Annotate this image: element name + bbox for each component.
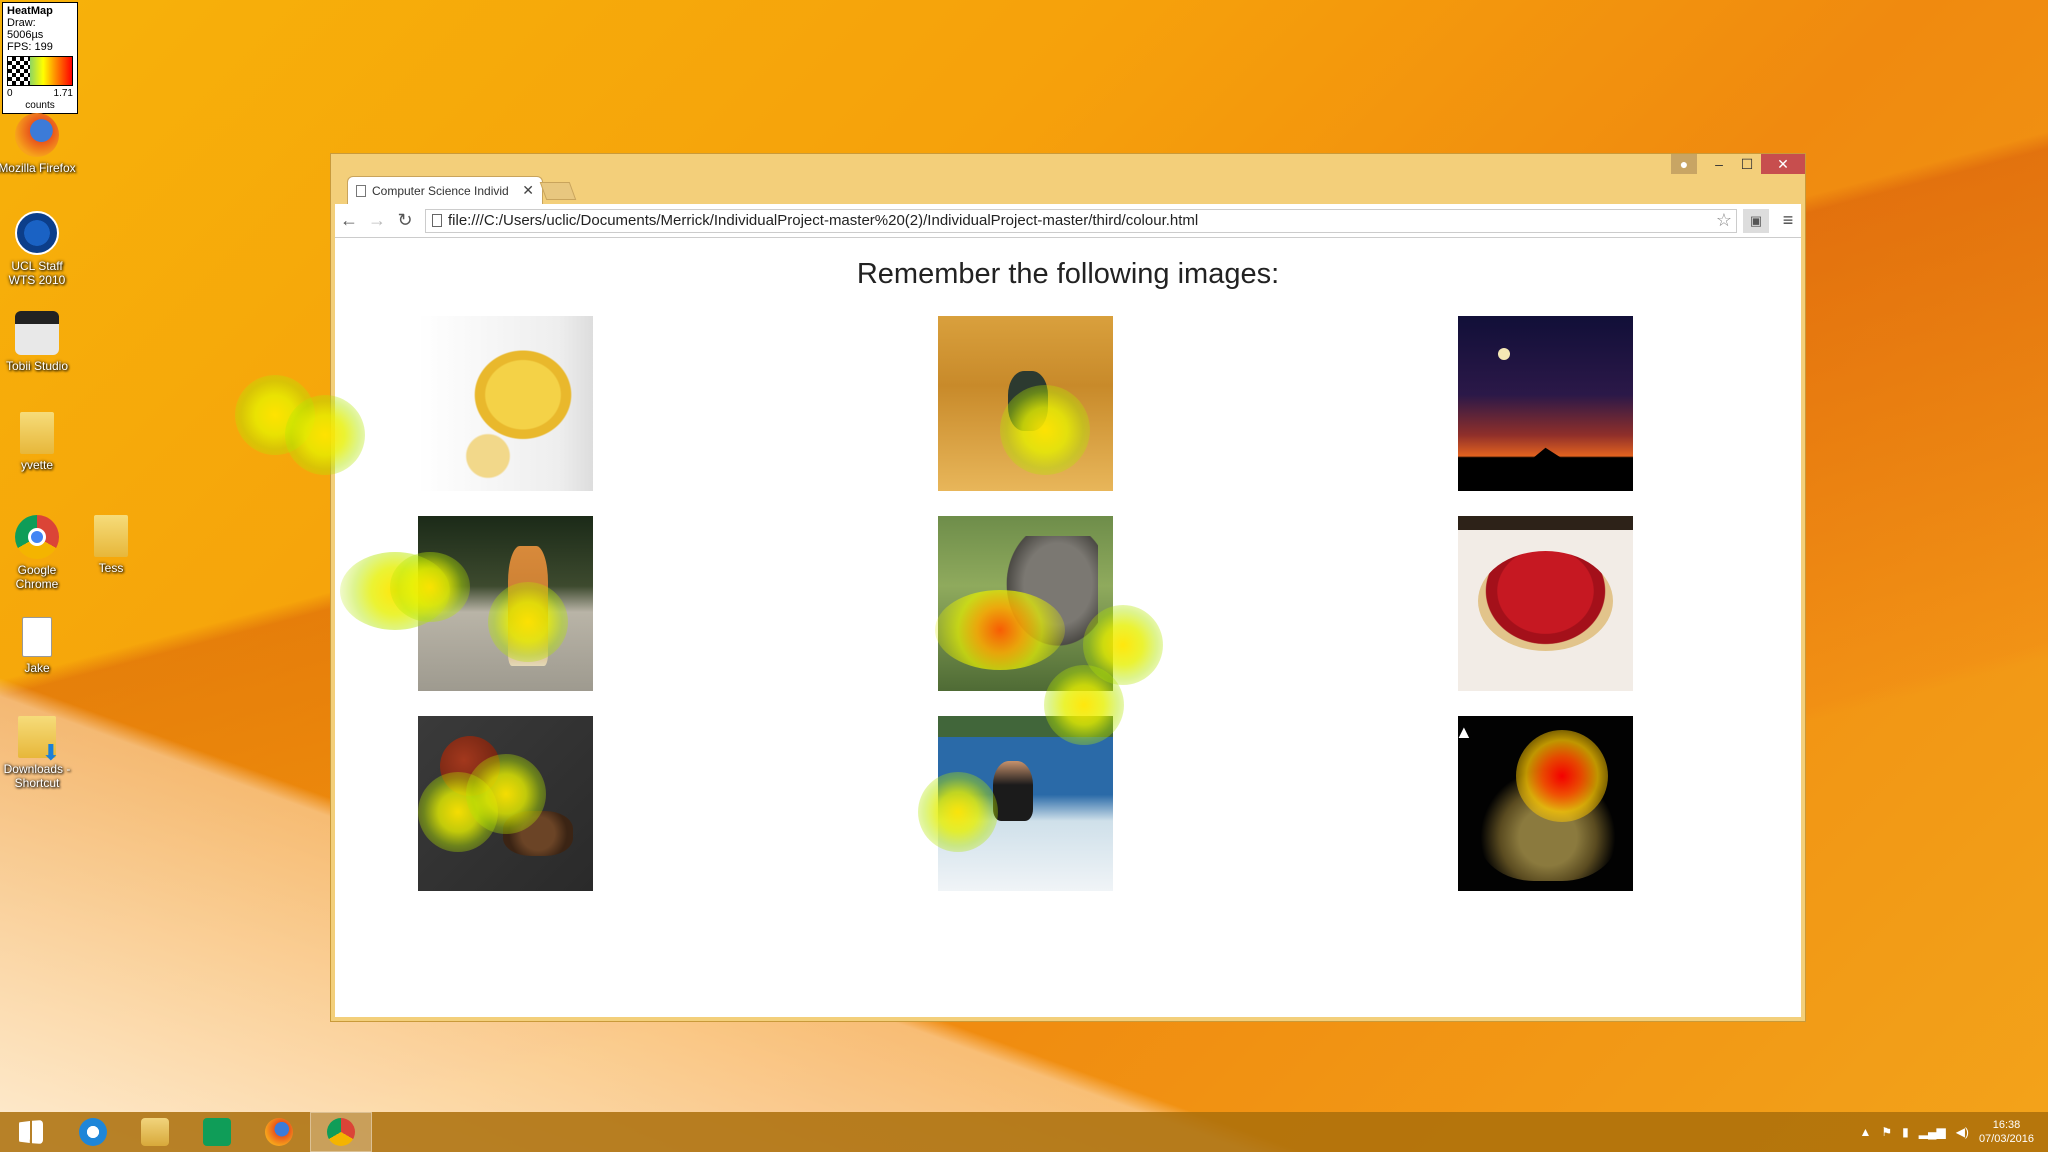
desktop-icon-label: Tobii Studio [5, 359, 69, 373]
image-bananas [418, 316, 593, 491]
flag-icon[interactable]: ⚑ [1881, 1125, 1892, 1139]
title-bar: Computer Science Individ ✕ ● – ☐ ✕ [331, 154, 1805, 204]
system-tray: ▲ ⚑ ▮ ▂▄▆ ◀) 16:38 07/03/2016 [1859, 1118, 2048, 1146]
heatmap-legend: HeatMap Draw: 5006µs FPS: 199 0 1.71 cou… [2, 2, 78, 114]
network-icon[interactable]: ▂▄▆ [1919, 1125, 1946, 1139]
desktop-icon-label: UCL Staff WTS 2010 [8, 259, 66, 287]
image-jewellery [1458, 716, 1633, 891]
desktop-icon-firefox[interactable]: Mozilla Firefox [0, 113, 77, 175]
image-jet-ski [938, 716, 1113, 891]
taskbar-chrome[interactable] [310, 1112, 372, 1152]
chrome-icon [327, 1118, 355, 1146]
gaze-heat-spot [235, 375, 315, 455]
back-arrow-icon[interactable]: ← [335, 210, 363, 231]
desktop-icon-label: Downloads - Shortcut [3, 762, 71, 790]
tobii-studio-icon [15, 311, 59, 355]
file-explorer-icon [141, 1118, 169, 1146]
firefox-icon [265, 1118, 293, 1146]
heatmap-min: 0 [7, 88, 13, 99]
start-button[interactable] [0, 1112, 62, 1152]
image-toy-giraffe [418, 516, 593, 691]
firefox-icon [15, 113, 59, 157]
heatmap-units: counts [25, 100, 55, 111]
user-profile-icon[interactable]: ● [1671, 154, 1697, 174]
power-icon[interactable]: ▮ [1902, 1125, 1909, 1139]
desktop-icon-jake[interactable]: Jake [0, 617, 77, 675]
desktop-icon-ucl-staff[interactable]: UCL Staff WTS 2010 [0, 211, 77, 287]
mouse-cursor-icon: ▲ [1455, 722, 1473, 742]
volume-icon[interactable]: ◀) [1956, 1125, 1969, 1139]
show-hidden-icons-icon[interactable]: ▲ [1859, 1125, 1871, 1139]
clock-date: 07/03/2016 [1978, 1133, 2034, 1145]
tab-close-icon[interactable]: ✕ [522, 182, 534, 199]
store-icon [203, 1118, 231, 1146]
desktop-icon-label: Google Chrome [15, 563, 59, 591]
tab-label: Computer Science Individ [372, 183, 509, 198]
folder-icon [94, 515, 128, 557]
image-strawberry-tart [1458, 516, 1633, 691]
desktop-icon-tobii-studio[interactable]: Tobii Studio [0, 311, 77, 373]
page-heading: Remember the following images: [856, 258, 1280, 290]
desktop-icon-downloads[interactable]: Downloads - Shortcut [0, 716, 77, 790]
minimize-button[interactable]: – [1705, 154, 1733, 174]
folder-icon [20, 412, 54, 454]
maximize-button[interactable]: ☐ [1733, 154, 1761, 174]
heatmap-fps: FPS: 199 [7, 41, 53, 53]
heatmap-max: 1.71 [53, 88, 73, 99]
bookmark-star-icon[interactable]: ☆ [1716, 210, 1736, 231]
taskbar-internet-explorer[interactable] [62, 1112, 124, 1152]
taskbar-file-explorer[interactable] [124, 1112, 186, 1152]
remote-desktop-icon [15, 211, 59, 255]
desktop-icon-label: Mozilla Firefox [0, 161, 76, 175]
heatmap-color-scale [7, 56, 73, 86]
desktop-icon-label: yvette [20, 458, 53, 472]
windows-start-icon [19, 1120, 43, 1144]
heatmap-draw-time: Draw: 5006µs [7, 17, 44, 41]
image-night-sunset [1458, 316, 1633, 491]
desktop-icon-chrome[interactable]: Google Chrome [0, 515, 77, 591]
reload-icon[interactable]: ↻ [391, 210, 419, 231]
url-text[interactable]: file:///C:/Users/uclic/Documents/Merrick… [448, 212, 1710, 229]
taskbar-store[interactable] [186, 1112, 248, 1152]
downloads-folder-icon [18, 716, 60, 760]
page-content: Remember the following images: [335, 238, 1801, 1017]
image-desert-boots [938, 316, 1113, 491]
chrome-icon [15, 515, 59, 559]
document-icon [22, 617, 52, 657]
close-button[interactable]: ✕ [1761, 154, 1805, 174]
heatmap-legend-title: HeatMap [7, 5, 53, 17]
tab-computer-science[interactable]: Computer Science Individ ✕ [347, 176, 543, 204]
browser-window: Computer Science Individ ✕ ● – ☐ ✕ ← → ↻… [330, 153, 1806, 1022]
clock-time: 16:38 [1992, 1119, 2021, 1131]
taskbar-firefox[interactable] [248, 1112, 310, 1152]
address-bar[interactable]: file:///C:/Users/uclic/Documents/Merrick… [425, 208, 1737, 233]
menu-icon[interactable]: ≡ [1775, 210, 1801, 231]
desktop-icon-yvette[interactable]: yvette [0, 412, 77, 472]
new-tab-button[interactable] [539, 182, 577, 200]
browser-toolbar: ← → ↻ file:///C:/Users/uclic/Documents/M… [335, 204, 1801, 238]
desktop-icon-label: Jake [24, 661, 50, 675]
extension-icon[interactable]: ▣ [1743, 208, 1769, 233]
image-donkey [938, 516, 1113, 691]
page-icon [356, 184, 366, 197]
page-icon [432, 214, 442, 227]
clock[interactable]: 16:38 07/03/2016 [1979, 1118, 2034, 1146]
desktop-icon-label: Tess [98, 561, 124, 575]
internet-explorer-icon [79, 1118, 107, 1146]
desktop-icon-tess[interactable]: Tess [71, 515, 151, 575]
taskbar: ▲ ⚑ ▮ ▂▄▆ ◀) 16:38 07/03/2016 [0, 1112, 2048, 1152]
forward-arrow-icon[interactable]: → [363, 210, 391, 231]
image-coffee-beans [418, 716, 593, 891]
